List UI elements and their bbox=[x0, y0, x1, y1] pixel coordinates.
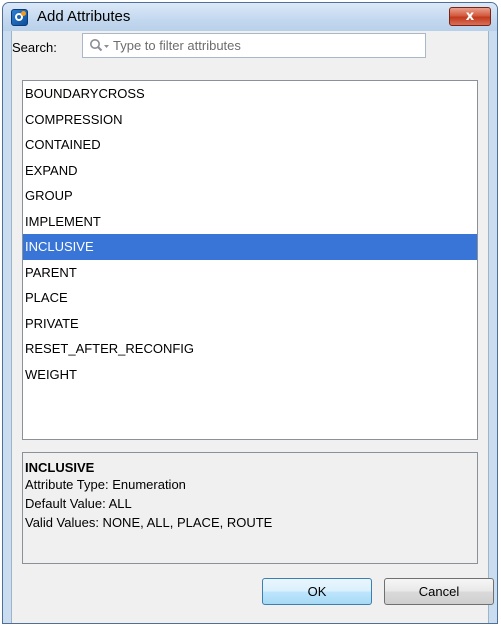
attribute-list[interactable]: BOUNDARYCROSS COMPRESSION CONTAINED EXPAND G… bbox=[22, 80, 478, 440]
attribute-type-line: Attribute Type: Enumeration bbox=[25, 477, 186, 492]
default-value-line: Default Value: ALL bbox=[25, 496, 132, 511]
attribute-info-panel: INCLUSIVE Attribute Type: Enumeration De… bbox=[22, 452, 478, 564]
window-title: Add Attributes bbox=[37, 8, 131, 25]
list-item[interactable]: PRIVATE bbox=[23, 311, 477, 337]
search-box[interactable] bbox=[82, 33, 426, 58]
list-item[interactable]: EXPAND bbox=[23, 158, 477, 184]
search-icon[interactable] bbox=[89, 38, 111, 54]
close-button[interactable]: x bbox=[449, 7, 491, 26]
list-item[interactable]: CONTAINED bbox=[23, 132, 477, 158]
list-item[interactable]: BOUNDARYCROSS bbox=[23, 81, 477, 107]
list-item[interactable]: WEIGHT bbox=[23, 362, 477, 388]
list-item[interactable]: PARENT bbox=[23, 260, 477, 286]
list-item[interactable]: RESET_AFTER_RECONFIG bbox=[23, 336, 477, 362]
app-icon bbox=[11, 9, 28, 26]
title-bar[interactable]: Add Attributes x bbox=[3, 3, 497, 31]
search-label: Search: bbox=[12, 40, 57, 55]
list-item[interactable]: IMPLEMENT bbox=[23, 209, 477, 235]
cancel-button[interactable]: Cancel bbox=[384, 578, 494, 605]
close-icon: x bbox=[465, 9, 475, 24]
list-item[interactable]: GROUP bbox=[23, 183, 477, 209]
search-input[interactable] bbox=[113, 34, 413, 57]
attribute-info-name: INCLUSIVE bbox=[25, 460, 95, 475]
ok-button[interactable]: OK bbox=[262, 578, 372, 605]
list-item[interactable]: COMPRESSION bbox=[23, 107, 477, 133]
list-item[interactable]: INCLUSIVE bbox=[23, 234, 477, 260]
valid-values-line: Valid Values: NONE, ALL, PLACE, ROUTE bbox=[25, 515, 273, 530]
list-item[interactable]: PLACE bbox=[23, 285, 477, 311]
